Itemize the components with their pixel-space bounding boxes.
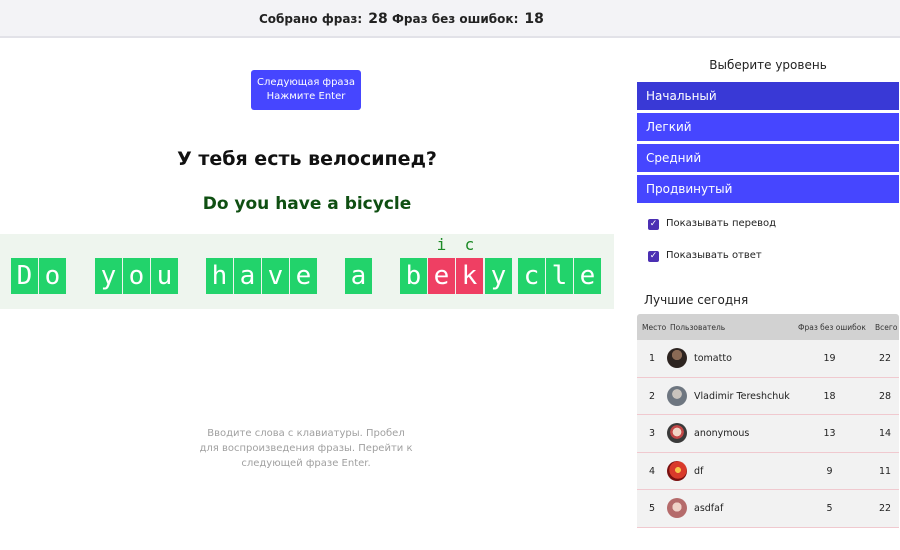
row-total: 22 bbox=[878, 353, 892, 364]
level-advanced-button[interactable]: Продвинутый bbox=[637, 175, 899, 203]
correction-letter: c bbox=[464, 235, 475, 254]
avatar bbox=[667, 498, 687, 518]
collected-phrases-stat: Собрано фраз: 28 bbox=[259, 11, 388, 27]
letter-cell: y bbox=[485, 258, 512, 294]
letter-cell: u bbox=[151, 258, 178, 294]
leaderboard-row: 1 tomatto 19 22 bbox=[637, 340, 899, 378]
next-phrase-label: Следующая фраза bbox=[257, 77, 355, 88]
avatar bbox=[667, 385, 687, 406]
row-place: 4 bbox=[649, 465, 656, 477]
row-user: tomatto bbox=[694, 353, 732, 364]
row-user: df bbox=[694, 465, 704, 477]
letter-cell: a bbox=[234, 258, 261, 294]
row-total: 22 bbox=[878, 503, 892, 514]
no-error-phrases-stat: Фраз без ошибок: 18 bbox=[392, 11, 544, 27]
letter-cell: b bbox=[400, 258, 427, 294]
header-no-errors: Фраз без ошибок bbox=[798, 323, 866, 332]
collected-phrases-label: Собрано фраз: bbox=[259, 12, 363, 26]
letter-cell: h bbox=[206, 258, 233, 294]
keyboard-hint: Вводите слова с клавиатуры. Пробел для в… bbox=[199, 428, 413, 469]
level-title: Выберите уровень bbox=[709, 58, 827, 72]
letter-cell: o bbox=[39, 258, 66, 294]
row-place: 2 bbox=[649, 390, 656, 402]
letter-cell: y bbox=[95, 258, 122, 294]
correction-letter: i bbox=[436, 235, 447, 254]
letter-cell: o bbox=[123, 258, 150, 294]
no-error-phrases-label: Фраз без ошибок: bbox=[392, 12, 519, 26]
error-letter-cell: k bbox=[456, 258, 483, 294]
row-user: Vladimir Tereshchuk bbox=[694, 390, 790, 402]
header-place: Место bbox=[642, 323, 667, 332]
letter-cell: D bbox=[11, 258, 38, 294]
letter-cell: c bbox=[518, 258, 545, 294]
row-no-errors: 18 bbox=[823, 390, 836, 402]
show-translation-option[interactable]: ✓ Показывать перевод bbox=[648, 218, 888, 232]
leaderboard-row: 5 asdfaf 5 22 bbox=[637, 490, 899, 528]
row-no-errors: 19 bbox=[823, 353, 836, 364]
row-user: asdfaf bbox=[694, 503, 724, 514]
row-no-errors: 9 bbox=[826, 465, 833, 477]
no-error-phrases-value: 18 bbox=[524, 11, 544, 27]
letter-cell: a bbox=[345, 258, 372, 294]
letter-cell: v bbox=[262, 258, 289, 294]
leaderboard-title: Лучшие сегодня bbox=[644, 293, 749, 307]
row-no-errors: 13 bbox=[823, 428, 836, 439]
error-letter-cell: e bbox=[428, 258, 455, 294]
checkbox-checked-icon[interactable]: ✓ bbox=[648, 219, 659, 230]
letter-cell: e bbox=[574, 258, 601, 294]
row-place: 3 bbox=[649, 428, 656, 439]
show-answer-label: Показывать ответ bbox=[666, 250, 762, 261]
level-beginner-button[interactable]: Начальный bbox=[637, 82, 899, 110]
answer-text: Do you have a bicycle bbox=[202, 194, 412, 214]
leaderboard-header: Место Пользователь Фраз без ошибок Всего bbox=[637, 314, 899, 340]
next-phrase-shortcut: Нажмите Enter bbox=[266, 91, 346, 102]
letter-cell: e bbox=[290, 258, 317, 294]
header-user: Пользователь bbox=[670, 323, 726, 332]
row-place: 5 bbox=[649, 503, 656, 514]
header-total: Всего bbox=[875, 323, 898, 332]
row-total: 28 bbox=[878, 390, 892, 402]
question-text: У тебя есть велосипед? bbox=[177, 148, 437, 170]
leaderboard-row: 4 df 9 11 bbox=[637, 452, 899, 490]
letter-cell: l bbox=[546, 258, 573, 294]
show-translation-label: Показывать перевод bbox=[666, 218, 777, 229]
row-place: 1 bbox=[649, 353, 656, 364]
avatar bbox=[667, 423, 687, 443]
level-medium-button[interactable]: Средний bbox=[637, 144, 899, 172]
avatar bbox=[667, 348, 687, 368]
row-total: 14 bbox=[878, 428, 892, 439]
leaderboard-table: Место Пользователь Фраз без ошибок Всего… bbox=[637, 314, 899, 528]
show-answer-option[interactable]: ✓ Показывать ответ bbox=[648, 250, 888, 264]
row-total: 11 bbox=[878, 465, 892, 477]
leaderboard-row: 2 Vladimir Tereshchuk 18 28 bbox=[637, 377, 899, 415]
level-easy-button[interactable]: Легкий bbox=[637, 113, 899, 141]
avatar bbox=[667, 460, 687, 481]
leaderboard-row: 3 anonymous 13 14 bbox=[637, 415, 899, 453]
row-user: anonymous bbox=[694, 428, 750, 439]
row-no-errors: 5 bbox=[826, 503, 833, 514]
checkbox-checked-icon[interactable]: ✓ bbox=[648, 251, 659, 262]
stats-bar: Собрано фраз: 28 Фраз без ошибок: 18 bbox=[0, 0, 900, 38]
next-phrase-button[interactable]: Следующая фраза Нажмите Enter bbox=[251, 70, 361, 110]
collected-phrases-value: 28 bbox=[368, 11, 388, 27]
